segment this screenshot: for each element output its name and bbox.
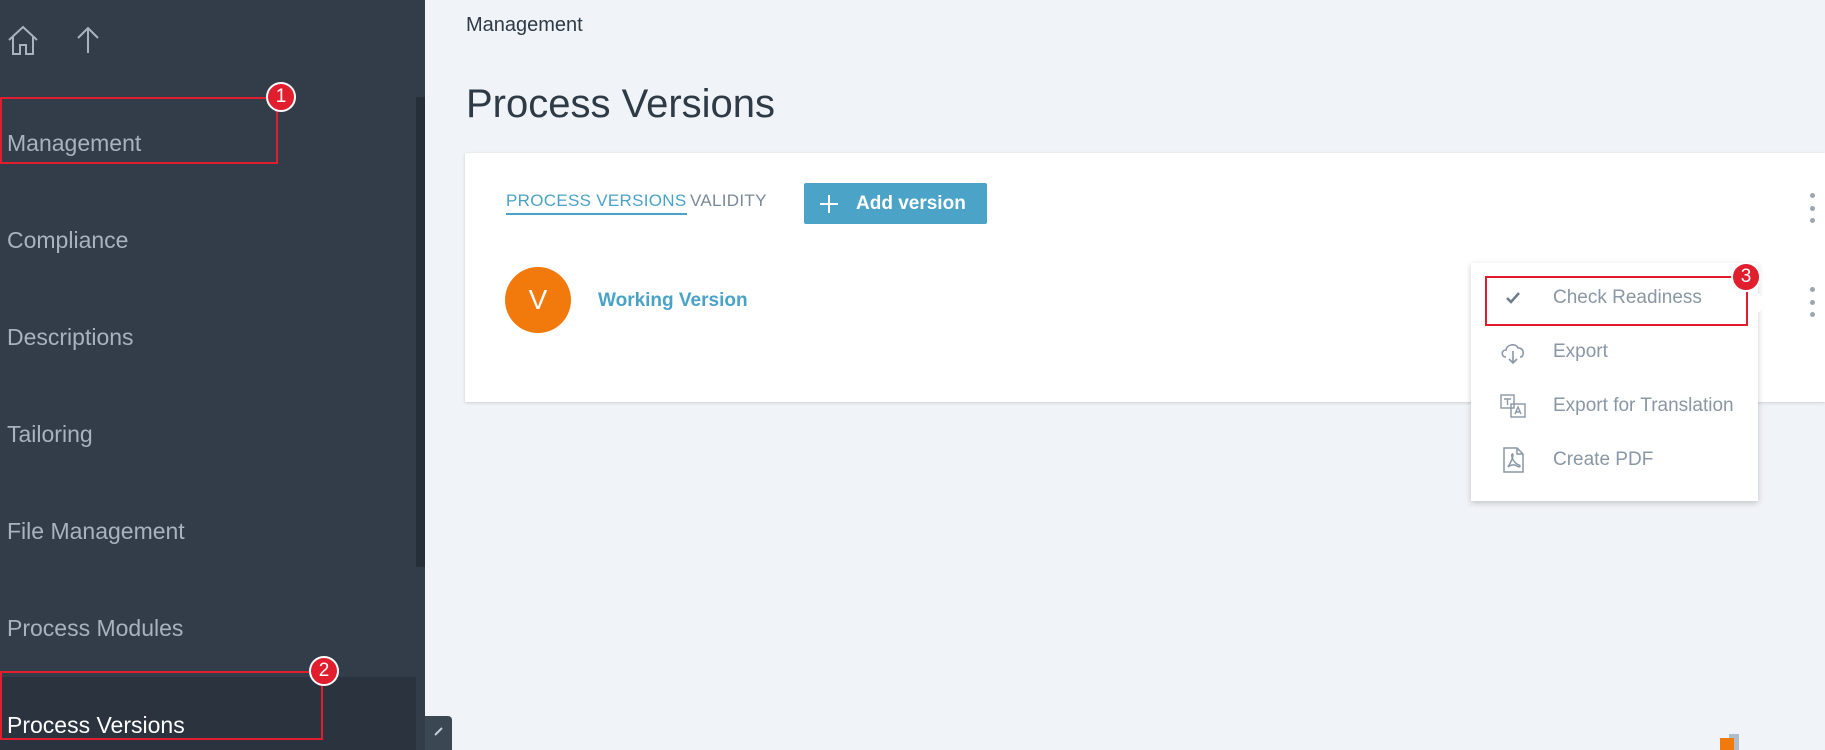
sidebar-item-label: Descriptions bbox=[7, 324, 134, 350]
version-name-link[interactable]: Working Version bbox=[598, 290, 748, 312]
add-version-button[interactable]: Add version bbox=[804, 183, 987, 224]
sidebar-item-label: Compliance bbox=[7, 227, 129, 253]
version-more-menu-button[interactable] bbox=[1802, 287, 1822, 317]
arrow-up-icon[interactable] bbox=[68, 20, 108, 60]
tab-process-versions[interactable]: PROCESS VERSIONS bbox=[506, 191, 687, 215]
sidebar-item-process-versions[interactable]: Process Versions bbox=[0, 677, 416, 750]
cloud-download-icon bbox=[1495, 334, 1531, 370]
home-icon[interactable] bbox=[3, 20, 43, 60]
menu-item-label: Check Readiness bbox=[1553, 287, 1702, 308]
sidebar-item-process-modules[interactable]: Process Modules bbox=[0, 580, 416, 677]
menu-item-export[interactable]: Export bbox=[1471, 325, 1758, 379]
plus-icon bbox=[820, 194, 838, 213]
breadcrumb[interactable]: Management bbox=[466, 14, 583, 37]
sidebar-item-file-management[interactable]: File Management bbox=[0, 483, 416, 580]
version-avatar: V bbox=[505, 267, 571, 333]
sidebar-item-compliance[interactable]: Compliance bbox=[0, 192, 416, 289]
sidebar-collapse-button[interactable] bbox=[425, 716, 452, 750]
sidebar-item-label: Process Modules bbox=[7, 615, 184, 641]
annotation-badge-3: 3 bbox=[1731, 262, 1761, 292]
sidebar-item-label: Tailoring bbox=[7, 421, 93, 447]
pdf-icon bbox=[1495, 442, 1531, 478]
card-more-menu-button[interactable] bbox=[1802, 193, 1822, 223]
sidebar-item-descriptions[interactable]: Descriptions bbox=[0, 289, 416, 386]
add-version-label: Add version bbox=[856, 192, 966, 214]
annotation-badge-1: 1 bbox=[266, 82, 296, 112]
sidebar-item-management[interactable]: Management bbox=[0, 95, 416, 192]
brand-logo-accent bbox=[1720, 738, 1734, 750]
sidebar-item-tailoring[interactable]: Tailoring bbox=[0, 386, 416, 483]
menu-item-check-readiness[interactable]: Check Readiness bbox=[1471, 271, 1758, 325]
page-title: Process Versions bbox=[466, 82, 776, 126]
annotation-badge-2: 2 bbox=[309, 656, 339, 686]
sidebar-top-bar bbox=[0, 0, 425, 95]
sidebar-item-label: Management bbox=[7, 130, 142, 156]
tab-validity[interactable]: VALIDITY bbox=[690, 191, 767, 211]
sidebar-item-label: Process Versions bbox=[7, 712, 185, 738]
sidebar: Management Compliance Descriptions Tailo… bbox=[0, 0, 425, 750]
sidebar-scrollbar[interactable] bbox=[416, 97, 425, 567]
menu-item-label: Export bbox=[1553, 341, 1608, 362]
menu-item-label: Export for Translation bbox=[1553, 395, 1734, 416]
chevron-left-icon bbox=[434, 727, 443, 736]
sidebar-nav: Management Compliance Descriptions Tailo… bbox=[0, 95, 416, 750]
menu-item-export-translation[interactable]: Export for Translation bbox=[1471, 379, 1758, 433]
check-icon bbox=[1495, 280, 1531, 316]
menu-item-create-pdf[interactable]: Create PDF bbox=[1471, 433, 1758, 487]
sidebar-item-label: File Management bbox=[7, 518, 185, 544]
menu-item-label: Create PDF bbox=[1553, 449, 1654, 470]
translate-icon bbox=[1495, 388, 1531, 424]
version-context-menu: Check Readiness Export Export for Transl… bbox=[1471, 263, 1768, 501]
